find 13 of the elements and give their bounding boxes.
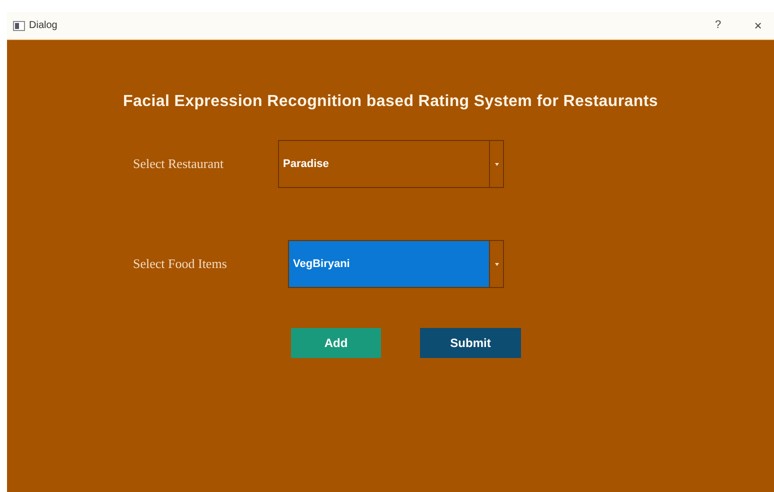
- dropdown-value: Paradise: [282, 156, 330, 172]
- field-label: Select Restaurant: [133, 155, 225, 174]
- window-title: Dialog: [29, 19, 58, 33]
- close-button[interactable]: ×: [748, 16, 768, 36]
- help-button[interactable]: ?: [708, 17, 728, 34]
- dropdown-arrow-icon: [494, 262, 498, 266]
- field-label: Select Food Items: [133, 255, 228, 274]
- submit-button[interactable]: Submit: [420, 328, 521, 358]
- window-icon: [13, 20, 25, 30]
- heading: Facial Expression Recognition based Rating System for Restaurants: [123, 92, 658, 112]
- dropdown[interactable]: Paradise: [278, 140, 504, 188]
- dropdown-arrow-icon: [494, 162, 498, 166]
- add-button[interactable]: Add: [291, 328, 381, 358]
